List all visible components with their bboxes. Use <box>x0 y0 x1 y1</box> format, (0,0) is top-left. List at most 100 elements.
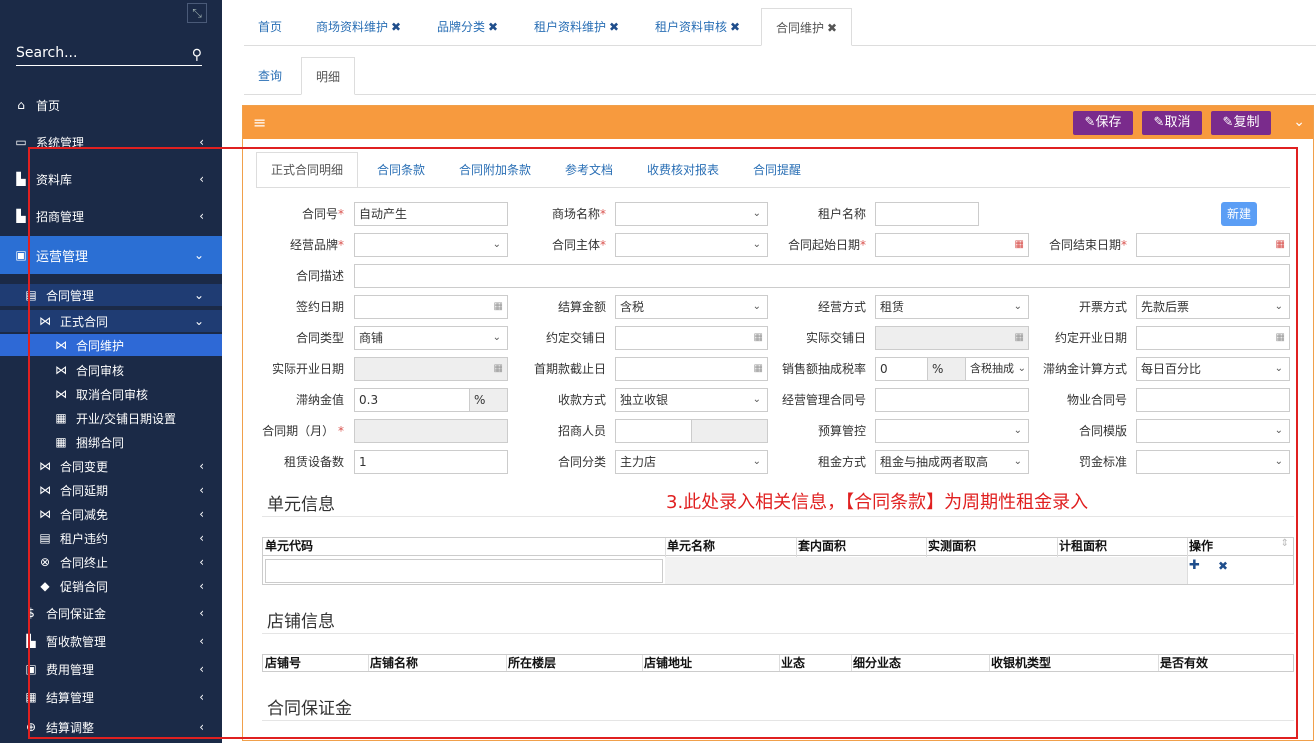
sign-date-label: 签约日期 <box>295 300 344 314</box>
collapse-icon[interactable]: ⤡ <box>187 3 207 23</box>
chevron-down-icon: ⌄ <box>1274 301 1283 312</box>
edit-icon: ✎ <box>1084 115 1096 130</box>
search-icon[interactable]: ⚲ <box>192 44 202 66</box>
calendar-icon[interactable]: ▦ <box>1276 234 1285 256</box>
save-button[interactable]: ✎保存 <box>1073 111 1133 135</box>
tab-home[interactable]: 首页 <box>244 8 296 46</box>
close-icon[interactable]: ✖ <box>488 20 498 34</box>
equipment-input[interactable]: 1 <box>354 450 508 474</box>
agreed-handover-input[interactable]: ▦ <box>615 326 768 350</box>
calendar-icon[interactable]: ▦ <box>494 296 503 318</box>
new-button[interactable]: 新建 <box>1221 202 1257 226</box>
category-select[interactable]: 主力店 ⌄ <box>615 450 768 474</box>
investor-name-input <box>691 419 768 443</box>
desc-input[interactable] <box>354 264 1290 288</box>
close-icon[interactable]: ✖ <box>609 20 619 34</box>
cancel-button[interactable]: ✎取消 <box>1142 111 1202 135</box>
end-date-input[interactable]: ▦ <box>1136 233 1290 257</box>
mall-name-select[interactable]: ⌄ <box>615 202 768 226</box>
chevron-down-icon: ⌄ <box>1274 363 1283 374</box>
tab-label: 收费核对报表 <box>647 163 720 177</box>
tab-tenant[interactable]: 租户资料维护 ✖ <box>520 8 633 46</box>
button-label: 保存 <box>1095 115 1122 130</box>
mall-name-label: 商场名称* <box>551 207 606 221</box>
tab-contract[interactable]: 合同维护 ✖ <box>761 8 853 46</box>
select-value: 租金与抽成两者取高 <box>880 455 989 469</box>
penalty-select[interactable]: ⌄ <box>1136 450 1290 474</box>
search-input[interactable]: Search... <box>16 45 77 61</box>
tab-docs[interactable]: 参考文档 <box>551 153 627 187</box>
rent-mode-label: 租金方式 <box>817 455 866 469</box>
sign-date-input[interactable]: ▦ <box>354 295 508 319</box>
close-icon[interactable]: ✖ <box>730 20 740 34</box>
calendar-icon[interactable]: ▦ <box>1015 234 1024 256</box>
tab-fee-report[interactable]: 收费核对报表 <box>633 153 733 187</box>
percent-addon: % <box>469 388 508 412</box>
equipment-label: 租赁设备数 <box>283 455 344 469</box>
chevron-down-icon: ⌄ <box>1013 425 1022 436</box>
tenant-name-input[interactable] <box>875 202 979 226</box>
rent-mode-select[interactable]: 租金与抽成两者取高 ⌄ <box>875 450 1029 474</box>
tab-formal-detail[interactable]: 正式合同明细 <box>256 152 359 188</box>
delete-icon[interactable]: ✖ <box>1218 559 1228 573</box>
calendar-icon[interactable]: ▦ <box>754 327 763 349</box>
contract-type-select[interactable]: 商铺 ⌄ <box>354 326 508 350</box>
start-date-input[interactable]: ▦ <box>875 233 1029 257</box>
tab-extra-terms[interactable]: 合同附加条款 <box>445 153 545 187</box>
select-value: 先款后票 <box>1141 300 1190 314</box>
calendar-icon: ▦ <box>1014 332 1024 343</box>
copy-button[interactable]: ✎复制 <box>1211 111 1271 135</box>
add-icon[interactable]: ✚ <box>1189 558 1200 573</box>
invoice-mode-select[interactable]: 先款后票 ⌄ <box>1136 295 1290 319</box>
percent-addon: % <box>927 357 966 381</box>
subject-select[interactable]: ⌄ <box>615 233 768 257</box>
biz-mode-select[interactable]: 租赁 ⌄ <box>875 295 1029 319</box>
property-contract-input[interactable] <box>1136 388 1290 412</box>
late-value-input[interactable]: 0.3 <box>354 388 470 412</box>
search-box[interactable]: Search... ⚲ <box>16 42 202 66</box>
calendar-icon[interactable]: ▦ <box>1276 327 1285 349</box>
comments-icon: ▣ <box>15 248 27 262</box>
unit-label: % <box>932 362 944 376</box>
select-value: 主力店 <box>620 455 657 469</box>
tab-terms[interactable]: 合同条款 <box>363 153 439 187</box>
tab-mall[interactable]: 商场资料维护 ✖ <box>302 8 415 46</box>
tab-label: 合同维护 <box>776 21 825 35</box>
chevron-down-icon[interactable]: ⌄ <box>1293 114 1305 130</box>
sidebar-item-home[interactable]: ⌂ 首页 <box>0 96 222 114</box>
select-value: 租赁 <box>880 300 905 314</box>
sales-rate-mode-select[interactable]: 含税抽成 ⌄ <box>965 357 1029 381</box>
calendar-icon[interactable]: ▦ <box>754 358 763 380</box>
close-icon[interactable]: ✖ <box>391 20 401 34</box>
contract-no-input[interactable]: 自动产生 <box>354 202 508 226</box>
tab-tenant-review[interactable]: 租户资料审核 ✖ <box>641 8 754 46</box>
mgmt-contract-input[interactable] <box>875 388 1029 412</box>
brand-label: 经营品牌* <box>289 238 344 252</box>
template-select[interactable]: ⌄ <box>1136 419 1290 443</box>
column-header: 收银机类型 <box>991 656 1052 670</box>
tab-brand[interactable]: 品牌分类 ✖ <box>423 8 512 46</box>
late-calc-select[interactable]: 每日百分比 ⌄ <box>1136 357 1290 381</box>
first-deadline-input[interactable]: ▦ <box>615 357 768 381</box>
divider <box>989 655 990 671</box>
mgmt-contract-label: 经营管理合同号 <box>781 393 866 407</box>
investor-input[interactable] <box>615 419 692 443</box>
unit-code-input[interactable] <box>265 559 663 583</box>
tab-reminder[interactable]: 合同提醒 <box>739 153 815 187</box>
chevron-down-icon: ⌄ <box>1017 363 1026 374</box>
sales-rate-input[interactable]: 0 <box>875 357 928 381</box>
tab-detail[interactable]: 明细 <box>301 57 356 95</box>
close-icon[interactable]: ✖ <box>827 21 837 35</box>
menu-icon[interactable]: ≡ <box>253 113 266 132</box>
brand-select[interactable]: ⌄ <box>354 233 508 257</box>
collect-mode-select[interactable]: 独立收银 ⌄ <box>615 388 768 412</box>
tab-label: 首页 <box>258 20 283 34</box>
tab-bar: 首页 商场资料维护 ✖ 品牌分类 ✖ 租户资料维护 ✖ 租户资料审核 ✖ 合同维护 ✖ <box>244 8 1316 46</box>
period-input <box>354 419 508 443</box>
divider <box>1158 655 1159 671</box>
settle-amount-select[interactable]: 含税 ⌄ <box>615 295 768 319</box>
budget-select[interactable]: ⌄ <box>875 419 1029 443</box>
tab-query[interactable]: 查询 <box>244 57 296 95</box>
sort-icon[interactable]: ⇕ <box>1281 538 1289 549</box>
agreed-open-input[interactable]: ▦ <box>1136 326 1290 350</box>
